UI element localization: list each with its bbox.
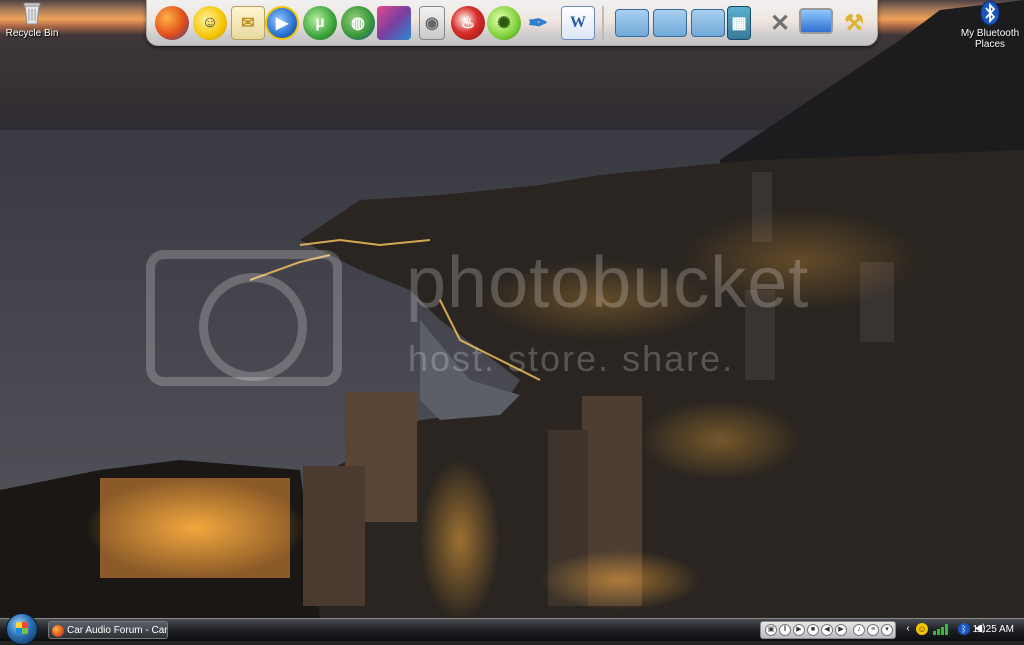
globe-icon[interactable]: ◍ — [341, 6, 375, 40]
taskbar-window-label: Car Audio Forum - Car... — [67, 625, 168, 636]
quill-icon[interactable]: ✒ — [521, 6, 555, 40]
signal-icon[interactable] — [932, 623, 950, 635]
desktop-icon-recycle-bin[interactable]: Recycle Bin — [0, 0, 64, 39]
photobucket-watermark: photobucket host. store. share. — [146, 242, 836, 392]
limewire-icon[interactable]: ✺ — [487, 6, 521, 40]
tools-icon[interactable]: ✕ — [763, 6, 797, 40]
app-dock: ☺ ✉ ▶ µ ◍ ◉ ♨ ✺ ✒ W ▦ ✕ ⚒ — [146, 0, 878, 46]
documents-folder-icon[interactable] — [653, 9, 687, 37]
ipod-icon[interactable]: ◉ — [419, 6, 445, 40]
utorrent-icon[interactable]: µ — [303, 6, 337, 40]
start-button[interactable] — [6, 613, 38, 645]
camera-logo-icon — [146, 250, 342, 386]
messenger-tray-icon[interactable]: ☺ — [916, 623, 928, 635]
film-icon[interactable]: ▦ — [727, 6, 751, 40]
media-next-icon[interactable]: ▶ — [835, 624, 847, 636]
recycle-bin-icon — [19, 0, 45, 26]
dock-separator — [602, 6, 604, 40]
media-play-icon[interactable]: ▶ — [793, 624, 805, 636]
media-stop-icon[interactable]: ■ — [807, 624, 819, 636]
desktop-icon-label: My Bluetooth Places — [960, 28, 1020, 50]
system-clock[interactable]: 11:25 AM — [972, 619, 1014, 641]
photo-app-icon[interactable] — [377, 6, 411, 40]
media-previous-icon[interactable]: ◀ — [821, 624, 833, 636]
media-pause-icon[interactable]: ‖ — [779, 624, 791, 636]
folder-icon[interactable] — [615, 9, 649, 37]
chevron-left-icon[interactable]: ‹ — [902, 623, 914, 635]
monitor-icon[interactable] — [799, 8, 833, 34]
bluetooth-icon — [977, 0, 1003, 26]
taskbar: Car Audio Forum - Car... ▣ ‖ ▶ ■ ◀ ▶ ♪ ≡… — [0, 613, 1024, 645]
media-mute-icon[interactable]: ♪ — [853, 624, 865, 636]
taskbar-window-button[interactable]: Car Audio Forum - Car... — [48, 621, 168, 639]
media-player-icon[interactable]: ▶ — [265, 6, 299, 40]
media-menu-icon[interactable]: ▾ — [881, 624, 893, 636]
desktop-icon-label: Recycle Bin — [5, 28, 59, 39]
media-player-toolbar: ▣ ‖ ▶ ■ ◀ ▶ ♪ ≡ ▾ — [760, 621, 896, 639]
desktop-icon-my-bluetooth-places[interactable]: My Bluetooth Places — [958, 0, 1022, 50]
nero-icon[interactable]: ♨ — [451, 6, 485, 40]
firefox-icon — [52, 625, 64, 637]
watermark-tagline: host. store. share. — [408, 338, 735, 379]
settings-wand-icon[interactable]: ⚒ — [837, 6, 871, 40]
media-volume-icon[interactable]: ≡ — [867, 624, 879, 636]
pictures-folder-icon[interactable] — [691, 9, 725, 37]
firefox-icon[interactable] — [155, 6, 189, 40]
bluetooth-tray-icon[interactable]: ᛒ — [958, 623, 970, 635]
messenger-icon[interactable]: ☺ — [193, 6, 227, 40]
mail-icon[interactable]: ✉ — [231, 6, 265, 40]
watermark-brand: photobucket — [406, 243, 810, 323]
word-icon[interactable]: W — [561, 6, 595, 40]
media-restore-icon[interactable]: ▣ — [765, 624, 777, 636]
